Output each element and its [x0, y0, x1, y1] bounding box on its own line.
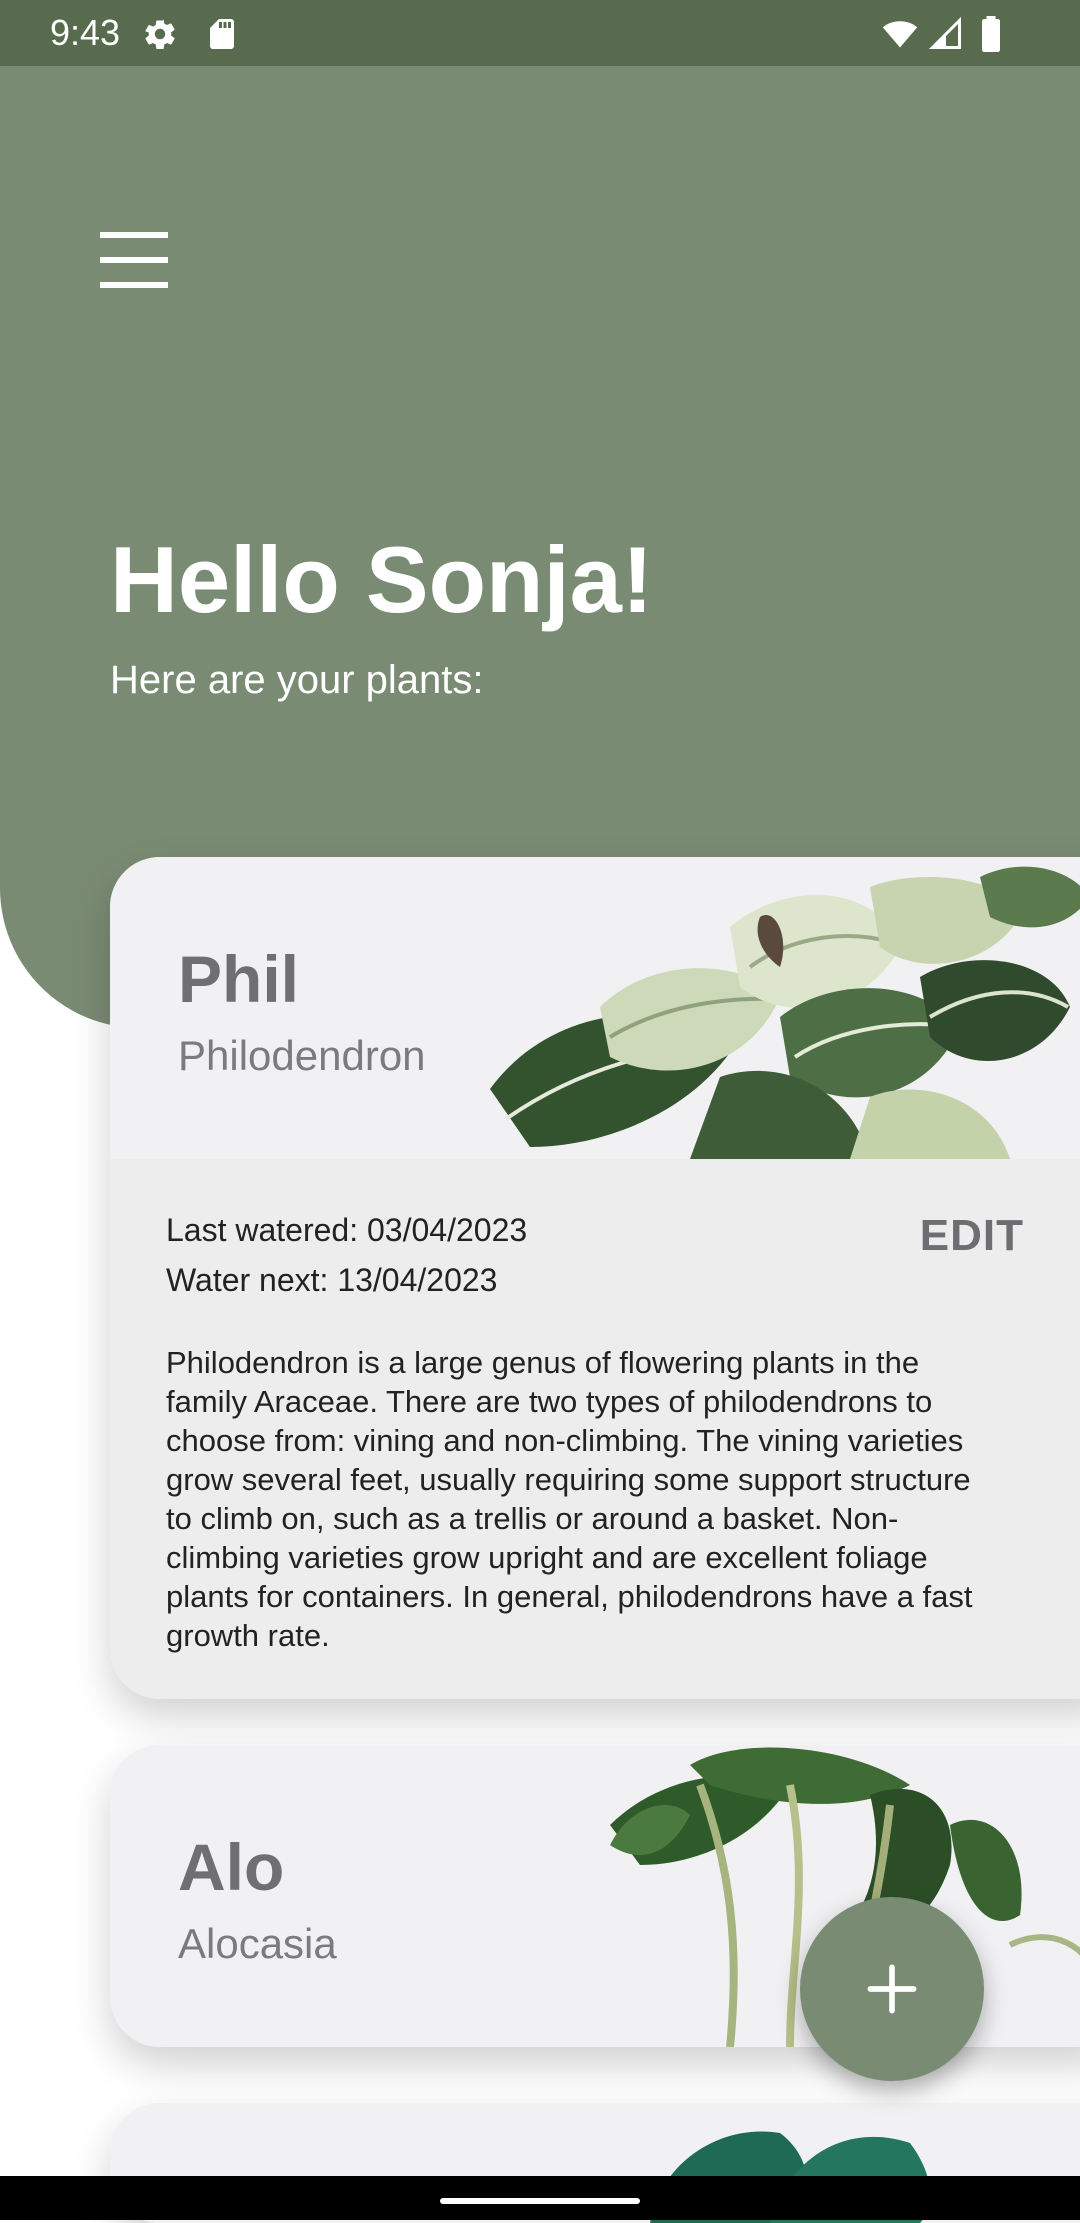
- alocasia-image: [490, 1745, 1080, 2047]
- battery-icon: [978, 16, 1004, 52]
- signal-icon: [928, 16, 964, 52]
- add-plant-button[interactable]: [800, 1897, 984, 2081]
- hamburger-menu-icon[interactable]: [100, 232, 176, 288]
- plus-icon: [867, 1964, 917, 2014]
- wifi-icon: [880, 16, 920, 52]
- philodendron-image: [490, 857, 1080, 1159]
- plant-card-details: Last watered: 03/04/2023 Water next: 13/…: [110, 1159, 1080, 1699]
- greeting-title: Hello Sonja!: [110, 527, 654, 632]
- edit-button[interactable]: EDIT: [920, 1211, 1024, 1261]
- water-next-text: Water next: 13/04/2023: [166, 1262, 498, 1298]
- last-watered-text: Last watered: 03/04/2023: [166, 1212, 528, 1248]
- plant-species: Philodendron: [178, 1032, 426, 1079]
- plant-card-phil[interactable]: Phil Philodendron Last watered: 03/04/20…: [110, 857, 1080, 1699]
- plant-species: Alocasia: [178, 1920, 337, 1967]
- plant-description: Philodendron is a large genus of floweri…: [166, 1345, 973, 1653]
- plant-name: Phil: [178, 942, 300, 1016]
- greeting-subtitle: Here are your plants:: [110, 658, 484, 702]
- sd-card-icon: [204, 16, 240, 52]
- plant-name: Alo: [178, 1830, 285, 1904]
- home-gesture-handle[interactable]: [440, 2198, 640, 2204]
- settings-icon: [142, 16, 178, 52]
- status-bar: 9:43: [0, 0, 1080, 66]
- status-time: 9:43: [50, 12, 121, 53]
- navigation-bar: [0, 2176, 1080, 2220]
- plant-card-header[interactable]: Phil Philodendron: [110, 857, 1080, 1159]
